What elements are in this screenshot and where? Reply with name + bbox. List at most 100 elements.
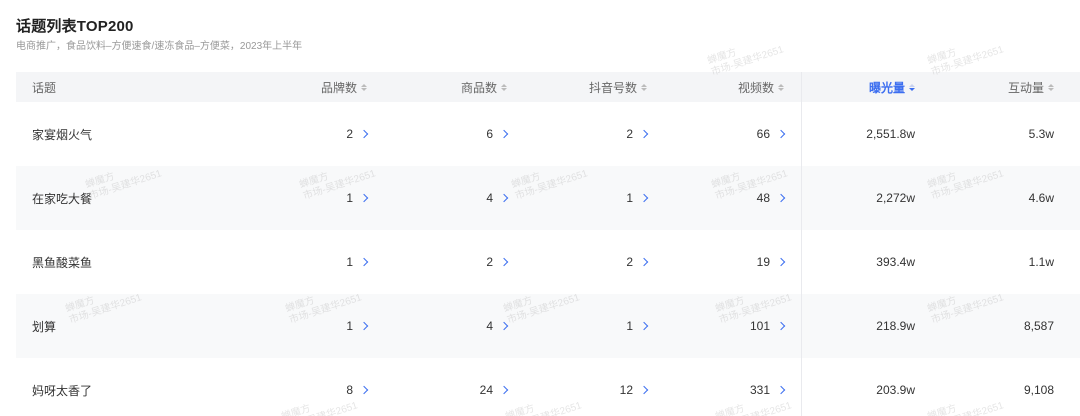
column-header-topic-label: 话题 [32,80,57,95]
cell-douyin[interactable]: 2 [626,102,649,166]
cell-video[interactable]: 101 [749,294,786,358]
chevron-right-icon[interactable] [499,257,509,267]
cell-brand[interactable]: 1 [346,230,369,294]
cell-brand[interactable]: 2 [346,102,369,166]
page-subtitle: 电商推广，食品饮料–方便速食/速冻食品–方便菜，2023年上半年 [16,41,303,52]
cell-brand[interactable]: 1 [346,166,369,230]
cell-topic: 妈呀太香了 [32,358,92,416]
chevron-right-icon[interactable] [639,129,649,139]
table-row: 黑鱼酸菜鱼 1 2 2 19 393.4w 1.1w [16,230,1080,294]
cell-video[interactable]: 331 [750,358,786,416]
sort-desc-icon[interactable] [909,83,915,91]
topic-table: 话题 品牌数 商品数 抖音号数 视频数 曝光量 互动量 家宴烟火气 2 6 2 … [16,72,1080,416]
column-header-douyin[interactable]: 抖音号数 [589,72,647,102]
table-header-row: 话题 品牌数 商品数 抖音号数 视频数 曝光量 互动量 [16,72,1080,102]
column-header-exposure[interactable]: 曝光量 [869,72,915,102]
page-title: 话题列表TOP200 [16,18,134,35]
cell-douyin-value: 2 [626,255,633,269]
column-header-brand-label: 品牌数 [320,80,357,95]
sort-icon[interactable] [361,83,367,91]
table-row: 划算 1 4 1 101 218.9w 8,587 [16,294,1080,358]
chevron-right-icon[interactable] [359,129,369,139]
cell-video-value: 101 [749,319,770,333]
column-header-goods[interactable]: 商品数 [461,72,507,102]
cell-interaction: 9,108 [1024,358,1054,416]
cell-brand[interactable]: 1 [346,294,369,358]
chevron-right-icon[interactable] [776,129,786,139]
chevron-right-icon[interactable] [499,193,509,203]
cell-interaction: 5.3w [1029,102,1054,166]
cell-douyin-value: 2 [626,127,633,141]
cell-topic-value: 在家吃大餐 [32,191,93,206]
table-row: 在家吃大餐 1 4 1 48 2,272w 4.6w [16,166,1080,230]
chevron-right-icon[interactable] [499,321,509,331]
chevron-right-icon[interactable] [359,321,369,331]
cell-goods[interactable]: 2 [486,230,509,294]
cell-douyin[interactable]: 1 [626,166,649,230]
chevron-right-icon[interactable] [639,257,649,267]
chevron-right-icon[interactable] [776,193,786,203]
chevron-right-icon[interactable] [639,385,649,395]
cell-interaction-value: 4.6w [1028,191,1054,205]
cell-topic: 划算 [32,294,56,358]
cell-exposure-value: 203.9w [876,383,915,397]
cell-brand[interactable]: 8 [346,358,369,416]
cell-goods[interactable]: 24 [479,358,509,416]
cell-douyin[interactable]: 1 [626,294,649,358]
cell-douyin-value: 1 [626,191,633,205]
cell-goods-value: 2 [486,255,493,269]
chevron-right-icon[interactable] [776,257,786,267]
cell-exposure: 218.9w [876,294,915,358]
cell-exposure-value: 2,551.8w [866,127,915,141]
topic-list-panel: 话题列表TOP200 电商推广，食品饮料–方便速食/速冻食品–方便菜，2023年… [0,0,1080,416]
cell-goods[interactable]: 4 [486,294,509,358]
cell-exposure: 2,551.8w [866,102,915,166]
cell-douyin[interactable]: 12 [620,358,649,416]
cell-douyin-value: 1 [626,319,633,333]
chevron-right-icon[interactable] [359,257,369,267]
sort-icon[interactable] [641,83,647,91]
watermark-line1: 蝉魔方 [926,46,959,67]
cell-video[interactable]: 48 [757,166,786,230]
cell-interaction: 1.1w [1029,230,1054,294]
cell-douyin[interactable]: 2 [626,230,649,294]
chevron-right-icon[interactable] [776,385,786,395]
chevron-right-icon[interactable] [776,321,786,331]
chevron-right-icon[interactable] [639,321,649,331]
cell-topic: 在家吃大餐 [32,166,92,230]
table-body: 家宴烟火气 2 6 2 66 2,551.8w 5.3w 在家吃大餐 1 4 1 48 2,272w 4.… [16,102,1080,416]
chevron-right-icon[interactable] [499,129,509,139]
cell-goods-value: 4 [486,191,493,205]
cell-interaction-value: 8,587 [1023,319,1054,333]
column-header-goods-label: 商品数 [460,80,497,95]
column-header-interaction-label: 互动量 [1007,80,1044,95]
cell-video-value: 66 [756,127,770,141]
chevron-right-icon[interactable] [639,193,649,203]
cell-topic: 黑鱼酸菜鱼 [32,230,92,294]
sort-icon[interactable] [1048,83,1054,91]
column-header-video[interactable]: 视频数 [738,72,784,102]
chevron-right-icon[interactable] [499,385,509,395]
column-header-brand[interactable]: 品牌数 [321,72,367,102]
cell-video[interactable]: 66 [756,102,786,166]
cell-exposure: 203.9w [876,358,915,416]
cell-goods[interactable]: 4 [486,166,509,230]
sort-icon[interactable] [778,83,784,91]
cell-goods[interactable]: 6 [486,102,509,166]
cell-brand-value: 1 [346,319,353,333]
cell-exposure-value: 393.4w [876,255,915,269]
cell-goods-value: 6 [486,127,493,141]
watermark-line1: 蝉魔方 [706,46,739,67]
cell-brand-value: 2 [346,127,353,141]
cell-video[interactable]: 19 [757,230,786,294]
chevron-right-icon[interactable] [359,385,369,395]
chevron-right-icon[interactable] [359,193,369,203]
column-header-douyin-label: 抖音号数 [588,80,637,95]
sort-icon[interactable] [501,83,507,91]
column-divider [801,72,802,416]
cell-topic-value: 家宴烟火气 [32,127,93,142]
cell-topic-value: 黑鱼酸菜鱼 [32,255,93,270]
table-row: 家宴烟火气 2 6 2 66 2,551.8w 5.3w [16,102,1080,166]
column-header-interaction[interactable]: 互动量 [1008,72,1054,102]
cell-goods-value: 24 [479,383,493,397]
